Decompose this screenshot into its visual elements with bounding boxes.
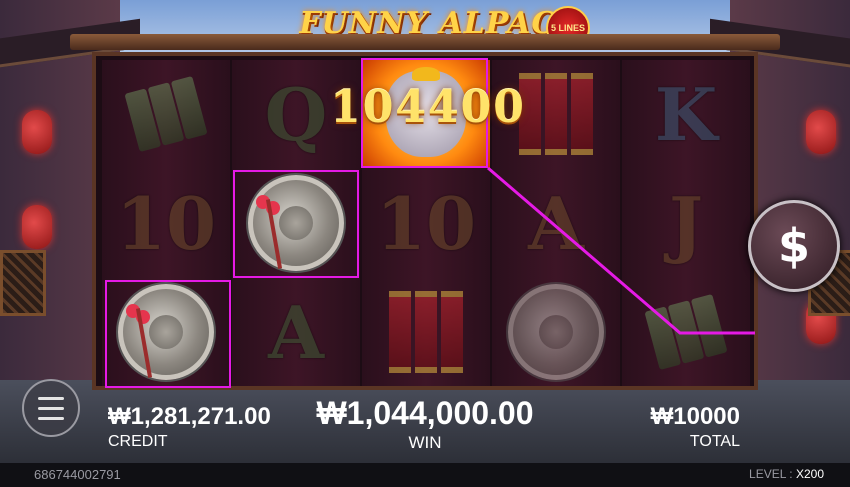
credit-label: CREDIT xyxy=(108,433,168,450)
big-win-amount: 104400 xyxy=(330,82,526,133)
level-label: LEVEL : xyxy=(749,467,793,481)
menu-button[interactable] xyxy=(22,379,80,437)
win-label: WIN xyxy=(408,433,442,452)
level-value: X200 xyxy=(795,467,824,481)
footer-bar xyxy=(0,463,850,487)
dollar-icon: $ xyxy=(777,219,810,273)
win-value: ₩1,044,000.00 xyxy=(316,395,534,431)
hamburger-icon-line xyxy=(38,396,64,400)
spin-button[interactable]: $ xyxy=(748,200,840,292)
hamburger-icon-line xyxy=(38,406,64,410)
session-id: 686744002791 xyxy=(34,467,121,482)
total-bet-label: TOTAL xyxy=(689,433,740,450)
level-indicator: LEVEL : X200 xyxy=(749,467,824,481)
credit-value: ₩1,281,271.00 xyxy=(108,403,271,430)
total-bet-value[interactable]: ₩10000 xyxy=(620,403,740,431)
hamburger-icon-line xyxy=(38,416,64,420)
